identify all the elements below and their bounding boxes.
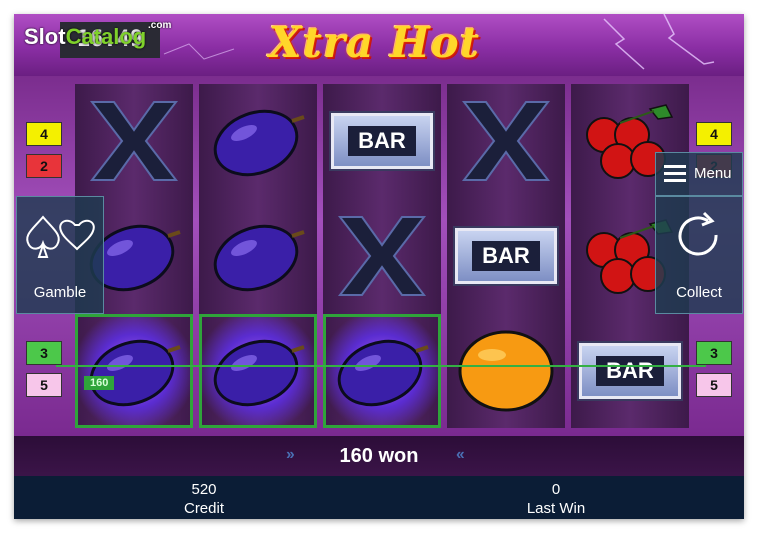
x-symbol-icon — [337, 216, 427, 296]
payline — [56, 365, 706, 367]
reel-3-cell-2 — [323, 199, 441, 313]
line-badge-right-5[interactable]: 5 — [696, 373, 732, 397]
win-message: 160 won — [339, 445, 419, 467]
line-badge-left-2[interactable]: 2 — [26, 154, 62, 178]
line-badge-left-5[interactable]: 5 — [26, 373, 62, 397]
x-symbol-icon — [89, 101, 179, 181]
bar-symbol-icon: BAR — [455, 228, 557, 284]
credit-value: 520 — [191, 481, 217, 498]
hamburger-icon — [664, 165, 686, 183]
line-badge-left-3[interactable]: 3 — [26, 341, 62, 365]
reel-4: BAR — [447, 84, 565, 428]
plum-icon — [89, 339, 181, 407]
reel-4-cell-3 — [447, 314, 565, 428]
bar-symbol-icon: BAR — [331, 113, 433, 169]
game-logo: Xtra Hot — [269, 18, 481, 67]
credit-label: Credit — [183, 500, 224, 517]
line-badge-left-4[interactable]: 4 — [26, 122, 62, 146]
bar-symbol-icon: BAR — [579, 343, 681, 399]
reel-4-cell-2: BAR — [447, 199, 565, 313]
reel-2-cell-2 — [199, 199, 317, 313]
reel-2-cell-3 — [199, 314, 317, 428]
spade-heart-icon — [26, 215, 95, 258]
top-bar: 16:49 SlotCatalog .com Xtra Hot — [14, 14, 744, 76]
gamble-label: Gamble — [33, 284, 87, 301]
chevron-left-icon: ‹‹ — [456, 446, 465, 463]
plum-icon — [213, 224, 305, 292]
reel-1-cell-3 — [75, 314, 193, 428]
x-symbol-icon — [461, 101, 551, 181]
bar-text: BAR — [348, 126, 416, 156]
line-badge-right-3[interactable]: 3 — [696, 341, 732, 365]
line-badge-right-4[interactable]: 4 — [696, 122, 732, 146]
orange-icon — [458, 330, 554, 412]
watermark-catalog: Catalog — [65, 24, 147, 49]
plum-icon — [213, 109, 305, 177]
last-win-display: 0 Last Win — [496, 480, 616, 518]
reel-3: BAR — [323, 84, 441, 428]
line-win-label: 160 — [84, 376, 115, 390]
reel-4-cell-1 — [447, 84, 565, 198]
reel-board: 4 2 3 5 4 2 3 5 BARBARBAR 160 — [14, 76, 744, 436]
watermark: SlotCatalog .com — [24, 20, 171, 50]
collect-button[interactable]: Collect — [655, 196, 743, 314]
last-win-label: Last Win — [526, 500, 586, 517]
reel-3-cell-1: BAR — [323, 84, 441, 198]
last-win-value: 0 — [551, 481, 561, 498]
refresh-icon — [678, 211, 718, 256]
watermark-slot: Slot — [24, 24, 66, 49]
reel-2 — [199, 84, 317, 428]
reel-1-cell-1 — [75, 84, 193, 198]
reel-3-cell-3 — [323, 314, 441, 428]
reel-2-cell-1 — [199, 84, 317, 198]
reel-5-cell-3: BAR — [571, 314, 689, 428]
menu-button[interactable]: Menu — [655, 152, 743, 196]
bar-text: BAR — [596, 356, 664, 386]
collect-label: Collect — [676, 284, 722, 301]
plum-icon — [213, 339, 305, 407]
menu-label: Menu — [694, 165, 732, 182]
watermark-com: .com — [148, 20, 172, 31]
game-window: 16:49 SlotCatalog .com Xtra Hot 4 2 3 5 … — [14, 14, 744, 519]
win-message-bar: ›› 160 won ‹‹ — [14, 436, 744, 476]
footer: 520 Credit 0 Last Win — [14, 476, 744, 519]
plum-icon — [337, 339, 429, 407]
gamble-button[interactable]: Gamble — [16, 196, 104, 314]
bar-text: BAR — [472, 241, 540, 271]
credit-display: 520 Credit — [144, 480, 264, 518]
